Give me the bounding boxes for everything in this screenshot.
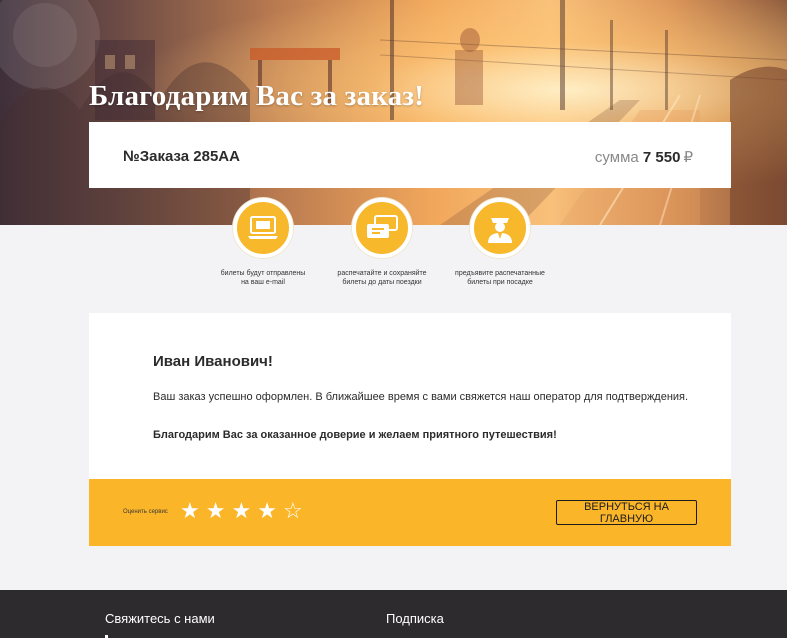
- star-empty-icon[interactable]: ☆: [283, 499, 303, 523]
- customer-greeting: Иван Иванович!: [153, 353, 273, 370]
- page-title: Благодарим Вас за заказ!: [89, 80, 425, 112]
- step-print-text: распечатайте и сохраняйте билеты до даты…: [337, 270, 427, 286]
- star-filled-icon[interactable]: ★: [180, 499, 200, 523]
- next-steps: билеты будут отправлены на ваш e-mail ра…: [89, 198, 731, 308]
- tickets-icon: [352, 198, 412, 258]
- star-filled-icon[interactable]: ★: [257, 499, 277, 523]
- laptop-ticket-icon: [233, 198, 293, 258]
- step-email: билеты будут отправлены на ваш e-mail: [203, 198, 323, 287]
- confirmation-message: Иван Иванович! Ваш заказ успешно оформле…: [89, 313, 731, 479]
- hero-banner: Благодарим Вас за заказ!: [0, 0, 787, 225]
- order-number: №Заказа 285АА: [123, 148, 240, 165]
- step-board-text: предъявите распечатанные билеты при поса…: [455, 270, 545, 286]
- back-to-home-button[interactable]: ВЕРНУТЬСЯ НА ГЛАВНУЮ: [556, 500, 697, 525]
- order-total-value: 7 550: [642, 149, 681, 166]
- star-filled-icon[interactable]: ★: [206, 499, 226, 523]
- footer-contact-title: Свяжитесь с нами: [105, 611, 215, 626]
- order-total-label: сумма: [594, 149, 639, 166]
- step-board: предъявите распечатанные билеты при поса…: [440, 198, 560, 287]
- currency-symbol: ₽: [683, 149, 693, 166]
- step-email-text: билеты будут отправлены на ваш e-mail: [220, 270, 306, 286]
- page-edge: [787, 0, 800, 638]
- order-summary-card: №Заказа 285АА сумма 7 550 ₽: [89, 122, 731, 188]
- conductor-icon: [470, 198, 530, 258]
- star-rating: ★ ★ ★ ★ ☆: [180, 499, 303, 523]
- footer: Свяжитесь с нами Подписка: [0, 590, 787, 638]
- order-status-text: Ваш заказ успешно оформлен. В ближайшее …: [153, 391, 689, 403]
- step-print: распечатайте и сохраняйте билеты до даты…: [322, 198, 442, 287]
- rating-bar: Оценить сервис ★ ★ ★ ★ ☆ ВЕРНУТЬСЯ НА ГЛАВНУ…: [89, 479, 731, 546]
- thanks-text: Благодарим Вас за оказанное доверие и же…: [153, 429, 557, 441]
- order-total: сумма 7 550 ₽: [595, 148, 693, 166]
- rating-label: Оценить сервис: [123, 509, 168, 515]
- star-filled-icon[interactable]: ★: [231, 499, 251, 523]
- footer-subscribe-title: Подписка: [386, 611, 444, 626]
